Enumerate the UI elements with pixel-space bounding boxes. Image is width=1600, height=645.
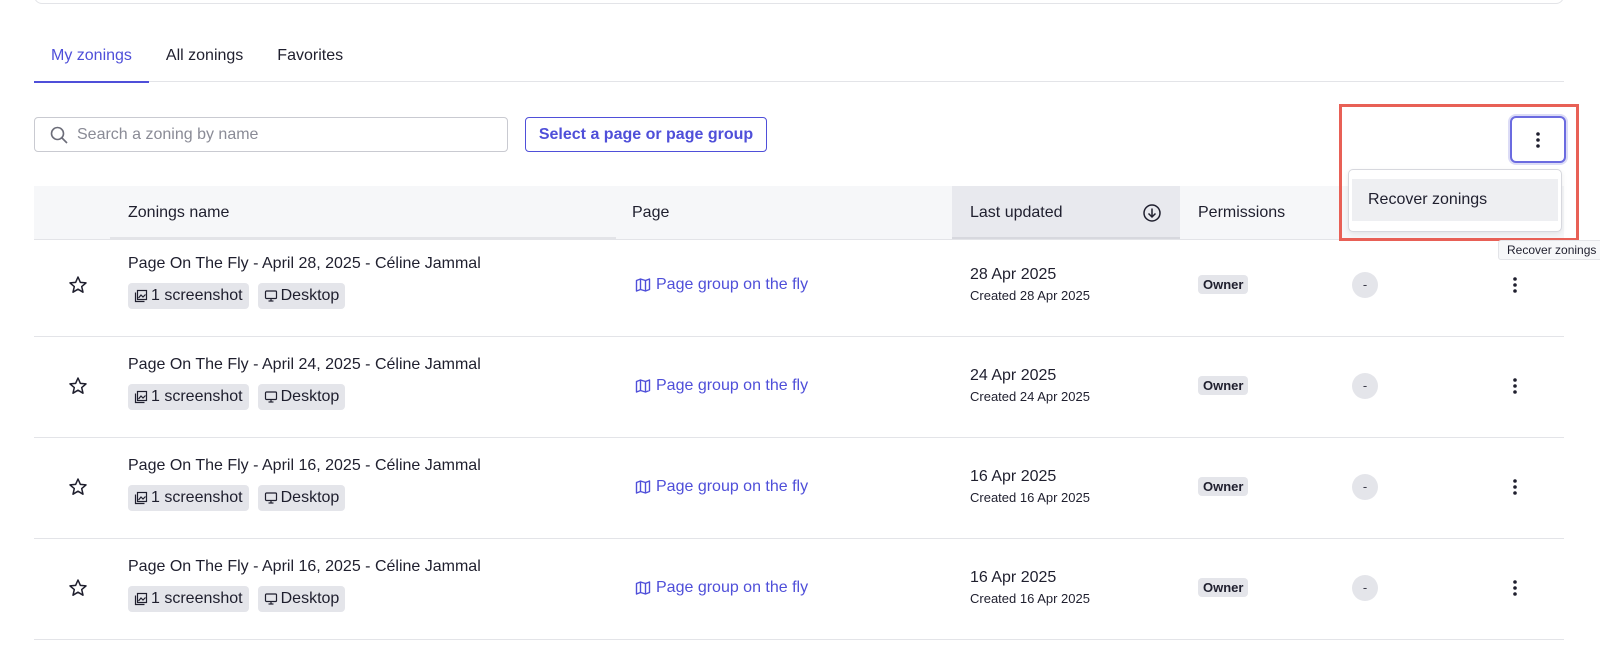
star-icon[interactable] xyxy=(68,578,88,598)
tab-favorites[interactable]: Favorites xyxy=(260,36,360,82)
screenshot-count-tag: 1 screenshot xyxy=(128,384,249,410)
permission-badge: Owner xyxy=(1198,477,1249,496)
column-header-permissions: Permissions xyxy=(1198,204,1286,221)
more-options-icon[interactable] xyxy=(1504,375,1526,397)
more-options-icon[interactable] xyxy=(1504,577,1526,599)
last-updated-date: 28 Apr 2025 xyxy=(970,266,1057,283)
actions-dropdown-menu: Recover zonings xyxy=(1348,169,1562,232)
select-page-button[interactable]: Select a page or page group xyxy=(525,117,767,152)
screenshot-count-tag: 1 screenshot xyxy=(128,586,249,612)
zoning-tags: 1 screenshot Desktop xyxy=(128,384,346,410)
last-updated-date: 16 Apr 2025 xyxy=(970,468,1057,485)
zoning-name[interactable]: Page On The Fly - April 16, 2025 - Célin… xyxy=(128,558,481,576)
page-group-label: Page group on the fly xyxy=(656,478,809,495)
map-icon xyxy=(635,480,651,494)
created-date: Created 24 Apr 2025 xyxy=(970,389,1090,404)
desktop-icon xyxy=(264,593,277,605)
screenshots-icon xyxy=(134,491,148,505)
page-group-label: Page group on the fly xyxy=(656,377,809,394)
page-group-label: Page group on the fly xyxy=(656,579,809,596)
menu-item-recover-zonings[interactable]: Recover zonings xyxy=(1352,179,1558,221)
table-row[interactable]: Page On The Fly - April 16, 2025 - Célin… xyxy=(34,436,1564,539)
empty-avatar: - xyxy=(1352,373,1378,399)
table-row[interactable]: Page On The Fly - April 16, 2025 - Célin… xyxy=(34,537,1564,640)
zoning-name[interactable]: Page On The Fly - April 28, 2025 - Célin… xyxy=(128,255,481,273)
top-container-edge xyxy=(34,0,1564,4)
more-options-icon xyxy=(1536,131,1540,148)
screenshots-icon xyxy=(134,592,148,606)
empty-avatar: - xyxy=(1352,272,1378,298)
tab-all-zonings[interactable]: All zonings xyxy=(149,36,260,82)
star-icon[interactable] xyxy=(68,376,88,396)
last-updated-date: 24 Apr 2025 xyxy=(970,367,1057,384)
page-group-label: Page group on the fly xyxy=(656,276,809,293)
zoning-tags: 1 screenshot Desktop xyxy=(128,283,346,309)
column-header-last-updated-label: Last updated xyxy=(970,204,1063,221)
more-options-icon[interactable] xyxy=(1504,476,1526,498)
screenshots-icon xyxy=(134,390,148,404)
device-tag: Desktop xyxy=(257,485,346,511)
sort-descending-icon[interactable] xyxy=(1142,203,1162,223)
page-group-link[interactable]: Page group on the fly xyxy=(635,377,808,395)
device-label: Desktop xyxy=(280,489,340,506)
zoning-name[interactable]: Page On The Fly - April 24, 2025 - Célin… xyxy=(128,356,481,374)
screenshot-count-tag: 1 screenshot xyxy=(128,485,249,511)
star-icon[interactable] xyxy=(68,275,88,295)
device-tag: Desktop xyxy=(257,283,346,309)
desktop-icon xyxy=(264,492,277,504)
column-header-name: Zonings name xyxy=(110,186,616,239)
star-icon[interactable] xyxy=(68,477,88,497)
screenshot-count-label: 1 screenshot xyxy=(151,489,243,506)
device-label: Desktop xyxy=(280,388,340,405)
page-group-link[interactable]: Page group on the fly xyxy=(635,276,808,294)
screenshots-icon xyxy=(134,289,148,303)
device-label: Desktop xyxy=(280,590,340,607)
map-icon xyxy=(635,278,651,292)
permission-badge: Owner xyxy=(1198,578,1249,597)
permission-badge: Owner xyxy=(1198,275,1249,294)
search-icon xyxy=(50,126,68,144)
column-header-last-updated[interactable]: Last updated xyxy=(952,186,1180,239)
last-updated-date: 16 Apr 2025 xyxy=(970,569,1057,586)
zoning-name[interactable]: Page On The Fly - April 16, 2025 - Célin… xyxy=(128,457,481,475)
empty-avatar: - xyxy=(1352,474,1378,500)
column-header-page: Page xyxy=(632,204,670,221)
device-tag: Desktop xyxy=(257,384,346,410)
search-input[interactable] xyxy=(77,125,477,144)
page-group-link[interactable]: Page group on the fly xyxy=(635,478,808,496)
created-date: Created 28 Apr 2025 xyxy=(970,288,1090,303)
desktop-icon xyxy=(264,391,277,403)
map-icon xyxy=(635,379,651,393)
screenshot-count-label: 1 screenshot xyxy=(151,590,243,607)
desktop-icon xyxy=(264,290,277,302)
permission-badge: Owner xyxy=(1198,376,1249,395)
device-tag: Desktop xyxy=(257,586,346,612)
empty-avatar: - xyxy=(1352,575,1378,601)
device-label: Desktop xyxy=(280,287,340,304)
search-box[interactable] xyxy=(34,117,508,152)
screenshot-count-label: 1 screenshot xyxy=(151,388,243,405)
zonings-tabs: My zonings All zonings Favorites xyxy=(34,36,1564,83)
table-row[interactable]: Page On The Fly - April 28, 2025 - Célin… xyxy=(34,234,1564,337)
page-group-link[interactable]: Page group on the fly xyxy=(635,579,808,597)
created-date: Created 16 Apr 2025 xyxy=(970,490,1090,505)
more-options-icon[interactable] xyxy=(1504,274,1526,296)
zoning-tags: 1 screenshot Desktop xyxy=(128,586,346,612)
tooltip: Recover zonings xyxy=(1498,240,1600,260)
zoning-tags: 1 screenshot Desktop xyxy=(128,485,346,511)
screenshot-count-label: 1 screenshot xyxy=(151,287,243,304)
table-actions-button[interactable] xyxy=(1510,116,1566,163)
tab-my-zonings[interactable]: My zonings xyxy=(34,36,149,83)
table-row[interactable]: Page On The Fly - April 24, 2025 - Célin… xyxy=(34,335,1564,438)
table-header: Zonings name Page Last updated Permissio… xyxy=(34,186,1564,240)
created-date: Created 16 Apr 2025 xyxy=(970,591,1090,606)
map-icon xyxy=(635,581,651,595)
screenshot-count-tag: 1 screenshot xyxy=(128,283,249,309)
